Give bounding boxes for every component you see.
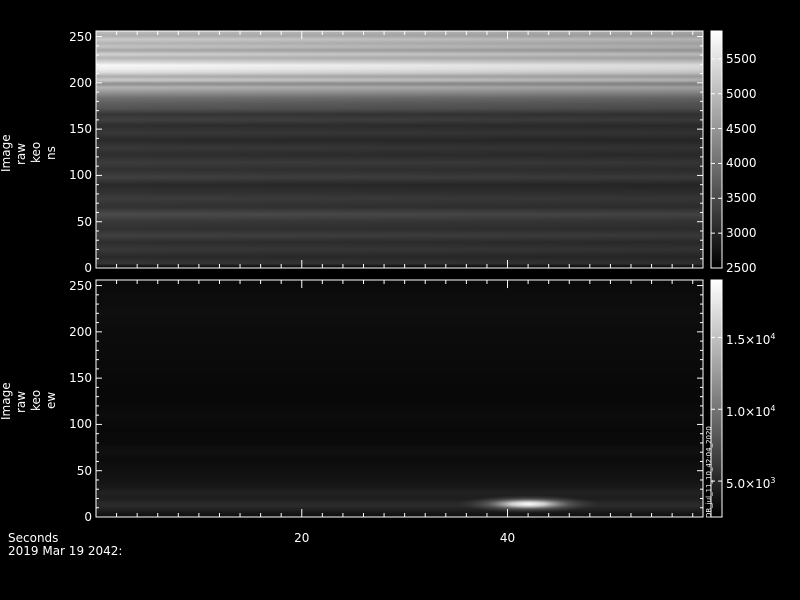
ns-ylabel-line-1: Image <box>0 134 13 172</box>
ns-ytick-label-250: 250 <box>69 29 92 44</box>
ew-image <box>96 280 703 517</box>
ew-ytick-label-150: 150 <box>69 371 92 386</box>
ns-colorbar-bar <box>711 31 722 268</box>
ew-cbar-label-exponent: 4 <box>770 332 776 342</box>
ew-ylabel-line-2: raw <box>14 390 28 413</box>
ns-ytick-label-150: 150 <box>69 122 92 137</box>
ew-cbar-label-times: ×10 <box>745 477 771 492</box>
ew-cbar-label-mantissa: 5.0 <box>726 477 746 492</box>
xtick-label-40: 40 <box>499 531 516 545</box>
date-stamp: 2019 Mar 19 2042: <box>8 544 123 558</box>
keogram-figure <box>95 30 723 518</box>
xtick-label-20: 20 <box>294 531 310 545</box>
ns-cbar-label-3000: 3000 <box>726 226 757 241</box>
ew-ylabel-line-3: keo <box>29 389 43 411</box>
ns-ytick-label-100: 100 <box>69 168 92 183</box>
ew-ylabel-line-1: Image <box>0 382 13 420</box>
ew-cbar-label-exponent: 3 <box>770 476 776 486</box>
ew-ytick-label-200: 200 <box>69 324 92 339</box>
ew-panel <box>95 279 704 518</box>
ns-image-shade <box>96 31 703 268</box>
ew-hotspot <box>458 495 599 514</box>
ns-ylabel-line-3: keo <box>29 141 43 163</box>
ns-colorbar <box>710 30 723 269</box>
ew-ytick-label-250: 250 <box>69 278 92 293</box>
ew-cbar-label-10000: 1.0×104 <box>726 403 776 418</box>
ew-cbar-label-mantissa: 1.0 <box>726 405 746 420</box>
ew-ytick-label-0: 0 <box>84 510 92 524</box>
ns-cbar-label-4000: 4000 <box>726 156 757 171</box>
ew-cbar-label-15000: 1.5×104 <box>726 331 776 346</box>
ew-cbar-label-times: ×10 <box>745 405 771 420</box>
ns-cbar-label-5500: 5500 <box>726 51 757 66</box>
ns-ytick-label-0: 0 <box>84 261 92 275</box>
ew-ylabel-line-4: ew <box>44 391 58 409</box>
ns-ylabel-line-4: ns <box>44 146 58 160</box>
ns-ytick-label-200: 200 <box>69 75 92 90</box>
ew-cbar-label-mantissa: 1.5 <box>726 333 746 348</box>
ew-cbar-label-5000: 5.0×103 <box>726 475 776 490</box>
ns-cbar-label-4500: 4500 <box>726 121 757 136</box>
ns-cbar-label-2500: 2500 <box>726 261 757 275</box>
ew-ytick-label-100: 100 <box>69 417 92 432</box>
ns-ylabel-line-2: raw <box>14 142 28 165</box>
ns-ytick-label-50: 50 <box>76 214 92 229</box>
ew-cbar-label-exponent: 4 <box>770 404 776 414</box>
ns-panel <box>95 30 704 269</box>
ns-cbar-label-5000: 5000 <box>726 86 757 101</box>
ew-colorbar-side-text: DR_jul_11_10_42:04_2020 <box>705 426 713 518</box>
ew-cbar-label-times: ×10 <box>745 333 771 348</box>
ns-cbar-label-3500: 3500 <box>726 191 757 206</box>
ew-ytick-label-50: 50 <box>76 463 92 478</box>
